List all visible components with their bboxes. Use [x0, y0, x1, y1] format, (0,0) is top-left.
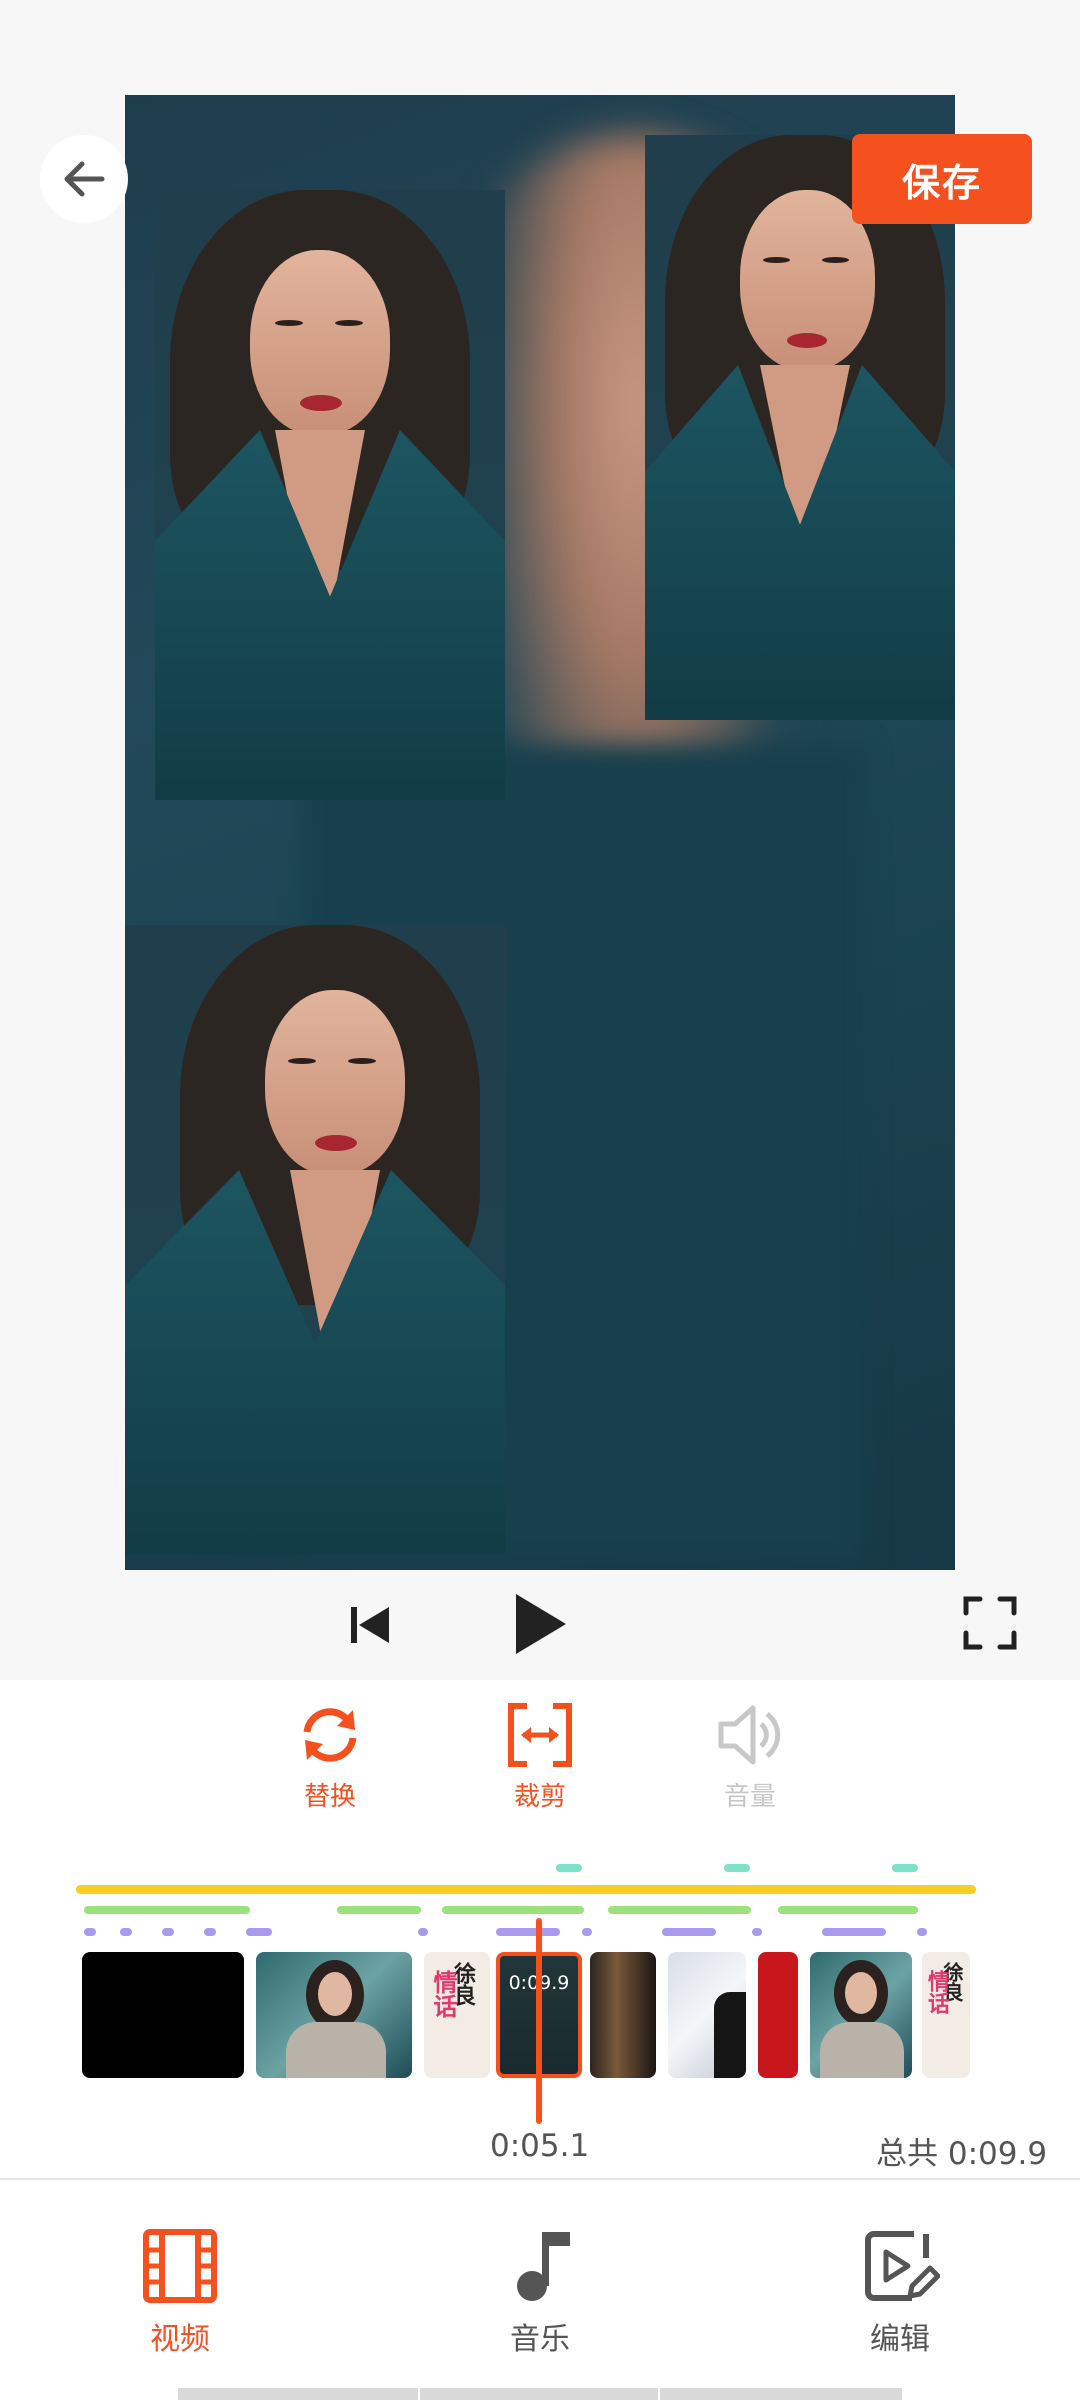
sticker-track-segment[interactable]: [84, 1928, 96, 1936]
clip-thumbnail-text-poster[interactable]: 徐良 情话: [424, 1952, 490, 2078]
skip-to-start-button[interactable]: [345, 1595, 395, 1655]
sticker-track-segment[interactable]: [204, 1928, 216, 1936]
clip-thumbnail-text-poster-2[interactable]: 徐良 情话: [922, 1952, 970, 2078]
total-duration: 总共 0:09.9: [876, 2136, 1048, 2172]
fullscreen-icon: [963, 1596, 1017, 1650]
skip-back-icon: [351, 1607, 389, 1643]
replace-tool-label: 替换: [303, 1782, 356, 1812]
sticker-track-segment[interactable]: [496, 1928, 560, 1936]
poster-text-4: 情话: [924, 1970, 949, 2014]
divider: [0, 2178, 1080, 2180]
clip-thumbnail-dark-room[interactable]: [590, 1952, 656, 2078]
home-indicator-segment: [420, 2388, 658, 2400]
text-track-segment[interactable]: [608, 1906, 751, 1914]
sticker-track-segment[interactable]: [582, 1928, 592, 1936]
sticker-track-segment[interactable]: [662, 1928, 716, 1936]
clip-thumbnail-paper[interactable]: [668, 1952, 746, 2078]
volume-tool-button[interactable]: 音量: [690, 1700, 810, 1813]
sticker-track-segment[interactable]: [917, 1928, 927, 1936]
sticker-track-segment[interactable]: [752, 1928, 762, 1936]
play-button[interactable]: [510, 1588, 570, 1660]
sticker-track-segment[interactable]: [162, 1928, 174, 1936]
sticker-track-segment[interactable]: [246, 1928, 272, 1936]
sticker-track-segment[interactable]: [418, 1928, 428, 1936]
crop-tool-label: 裁剪: [513, 1782, 566, 1812]
clip-thumbnail-woman-jewelry-2[interactable]: [810, 1952, 912, 2078]
crop-tool-button[interactable]: 裁剪: [480, 1700, 600, 1813]
text-track-segment[interactable]: [442, 1906, 584, 1914]
fullscreen-button[interactable]: [962, 1595, 1018, 1651]
timeline-playhead[interactable]: [536, 1918, 542, 2124]
save-button[interactable]: 保存: [852, 134, 1032, 224]
edit-video-icon: [865, 2231, 941, 2301]
effect-marker[interactable]: [556, 1864, 582, 1872]
sticker-track-segment[interactable]: [822, 1928, 886, 1936]
nav-tab-video-label: 视频: [150, 2322, 210, 2357]
nav-tab-edit[interactable]: 编辑: [820, 2226, 980, 2358]
poster-text-2: 情话: [429, 1970, 457, 2018]
current-time: 0:05.1: [490, 2128, 590, 2164]
back-button[interactable]: [40, 135, 128, 223]
nav-tab-edit-label: 编辑: [870, 2322, 930, 2357]
home-indicator-segment: [660, 2388, 902, 2400]
photo-clip-1[interactable]: [155, 190, 505, 800]
clip-thumbnail-red[interactable]: [758, 1952, 798, 2078]
nav-tab-music[interactable]: 音乐: [460, 2226, 620, 2358]
home-indicator-segment: [178, 2388, 418, 2400]
play-icon: [516, 1594, 566, 1654]
effect-marker[interactable]: [724, 1864, 750, 1872]
crop-icon: [508, 1703, 572, 1767]
audio-track-bar[interactable]: [76, 1885, 976, 1894]
text-track-segment[interactable]: [84, 1906, 250, 1914]
sticker-track-segment[interactable]: [120, 1928, 132, 1936]
video-preview[interactable]: [125, 95, 955, 1570]
text-track-segment[interactable]: [778, 1906, 918, 1914]
volume-tool-label: 音量: [723, 1782, 776, 1812]
arrow-left-icon: [64, 161, 105, 197]
nav-tab-video[interactable]: 视频: [100, 2226, 260, 2358]
music-note-icon: [517, 2232, 570, 2301]
replace-icon: [303, 1708, 357, 1762]
effect-marker[interactable]: [892, 1864, 918, 1872]
clip-thumbnail-woman-jewelry[interactable]: [256, 1952, 412, 2078]
video-film-icon: [143, 2229, 217, 2303]
replace-tool-button[interactable]: 替换: [270, 1700, 390, 1813]
clip-thumbnail-black[interactable]: [82, 1952, 244, 2078]
photo-clip-3[interactable]: [125, 925, 505, 1555]
volume-icon: [718, 1705, 781, 1765]
playback-controls: [0, 1570, 1080, 1680]
text-track-segment[interactable]: [337, 1906, 421, 1914]
nav-tab-music-label: 音乐: [510, 2322, 570, 2357]
